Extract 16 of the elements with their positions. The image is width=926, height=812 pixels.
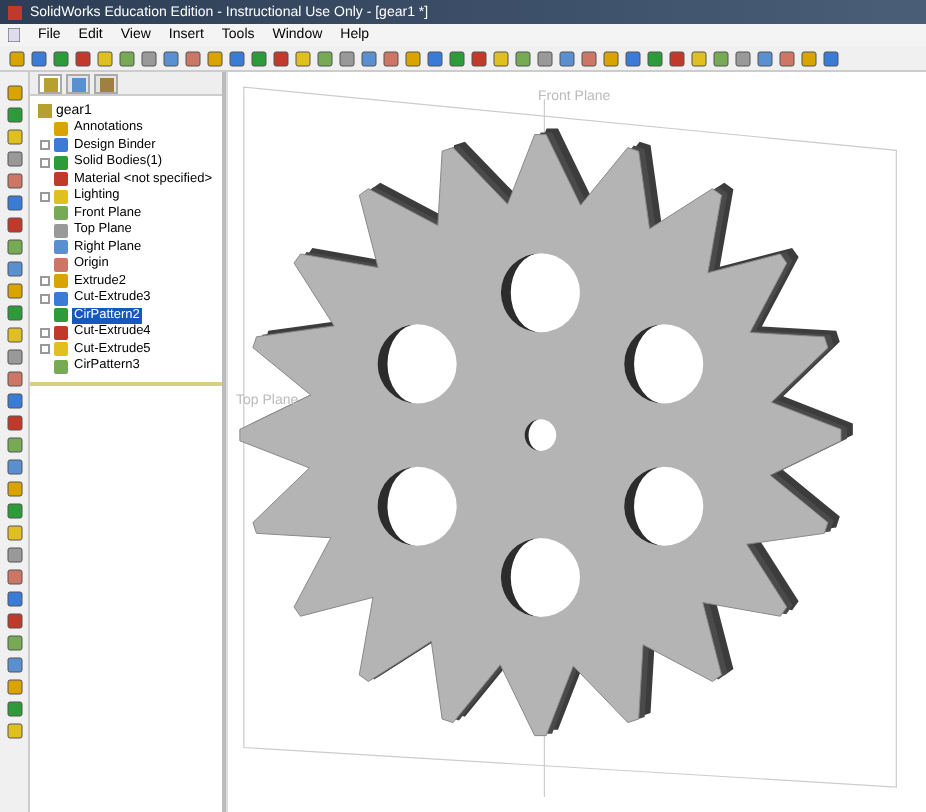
expand-box[interactable] — [40, 276, 50, 287]
expand-box[interactable] — [40, 157, 50, 168]
app-logo-icon — [8, 5, 22, 19]
expand-box[interactable] — [40, 140, 50, 151]
part-icon — [38, 104, 52, 118]
document-icon[interactable] — [8, 28, 20, 42]
list-icon — [71, 77, 85, 91]
expand-box[interactable] — [40, 293, 50, 304]
config-tab[interactable] — [94, 74, 118, 94]
property-tab[interactable] — [66, 74, 90, 94]
config-icon — [99, 77, 113, 91]
expand-box[interactable] — [40, 344, 50, 355]
expand-box[interactable] — [40, 327, 50, 338]
feature-tab[interactable] — [38, 74, 62, 94]
tree-icon — [43, 77, 57, 91]
expand-box[interactable] — [40, 191, 50, 202]
